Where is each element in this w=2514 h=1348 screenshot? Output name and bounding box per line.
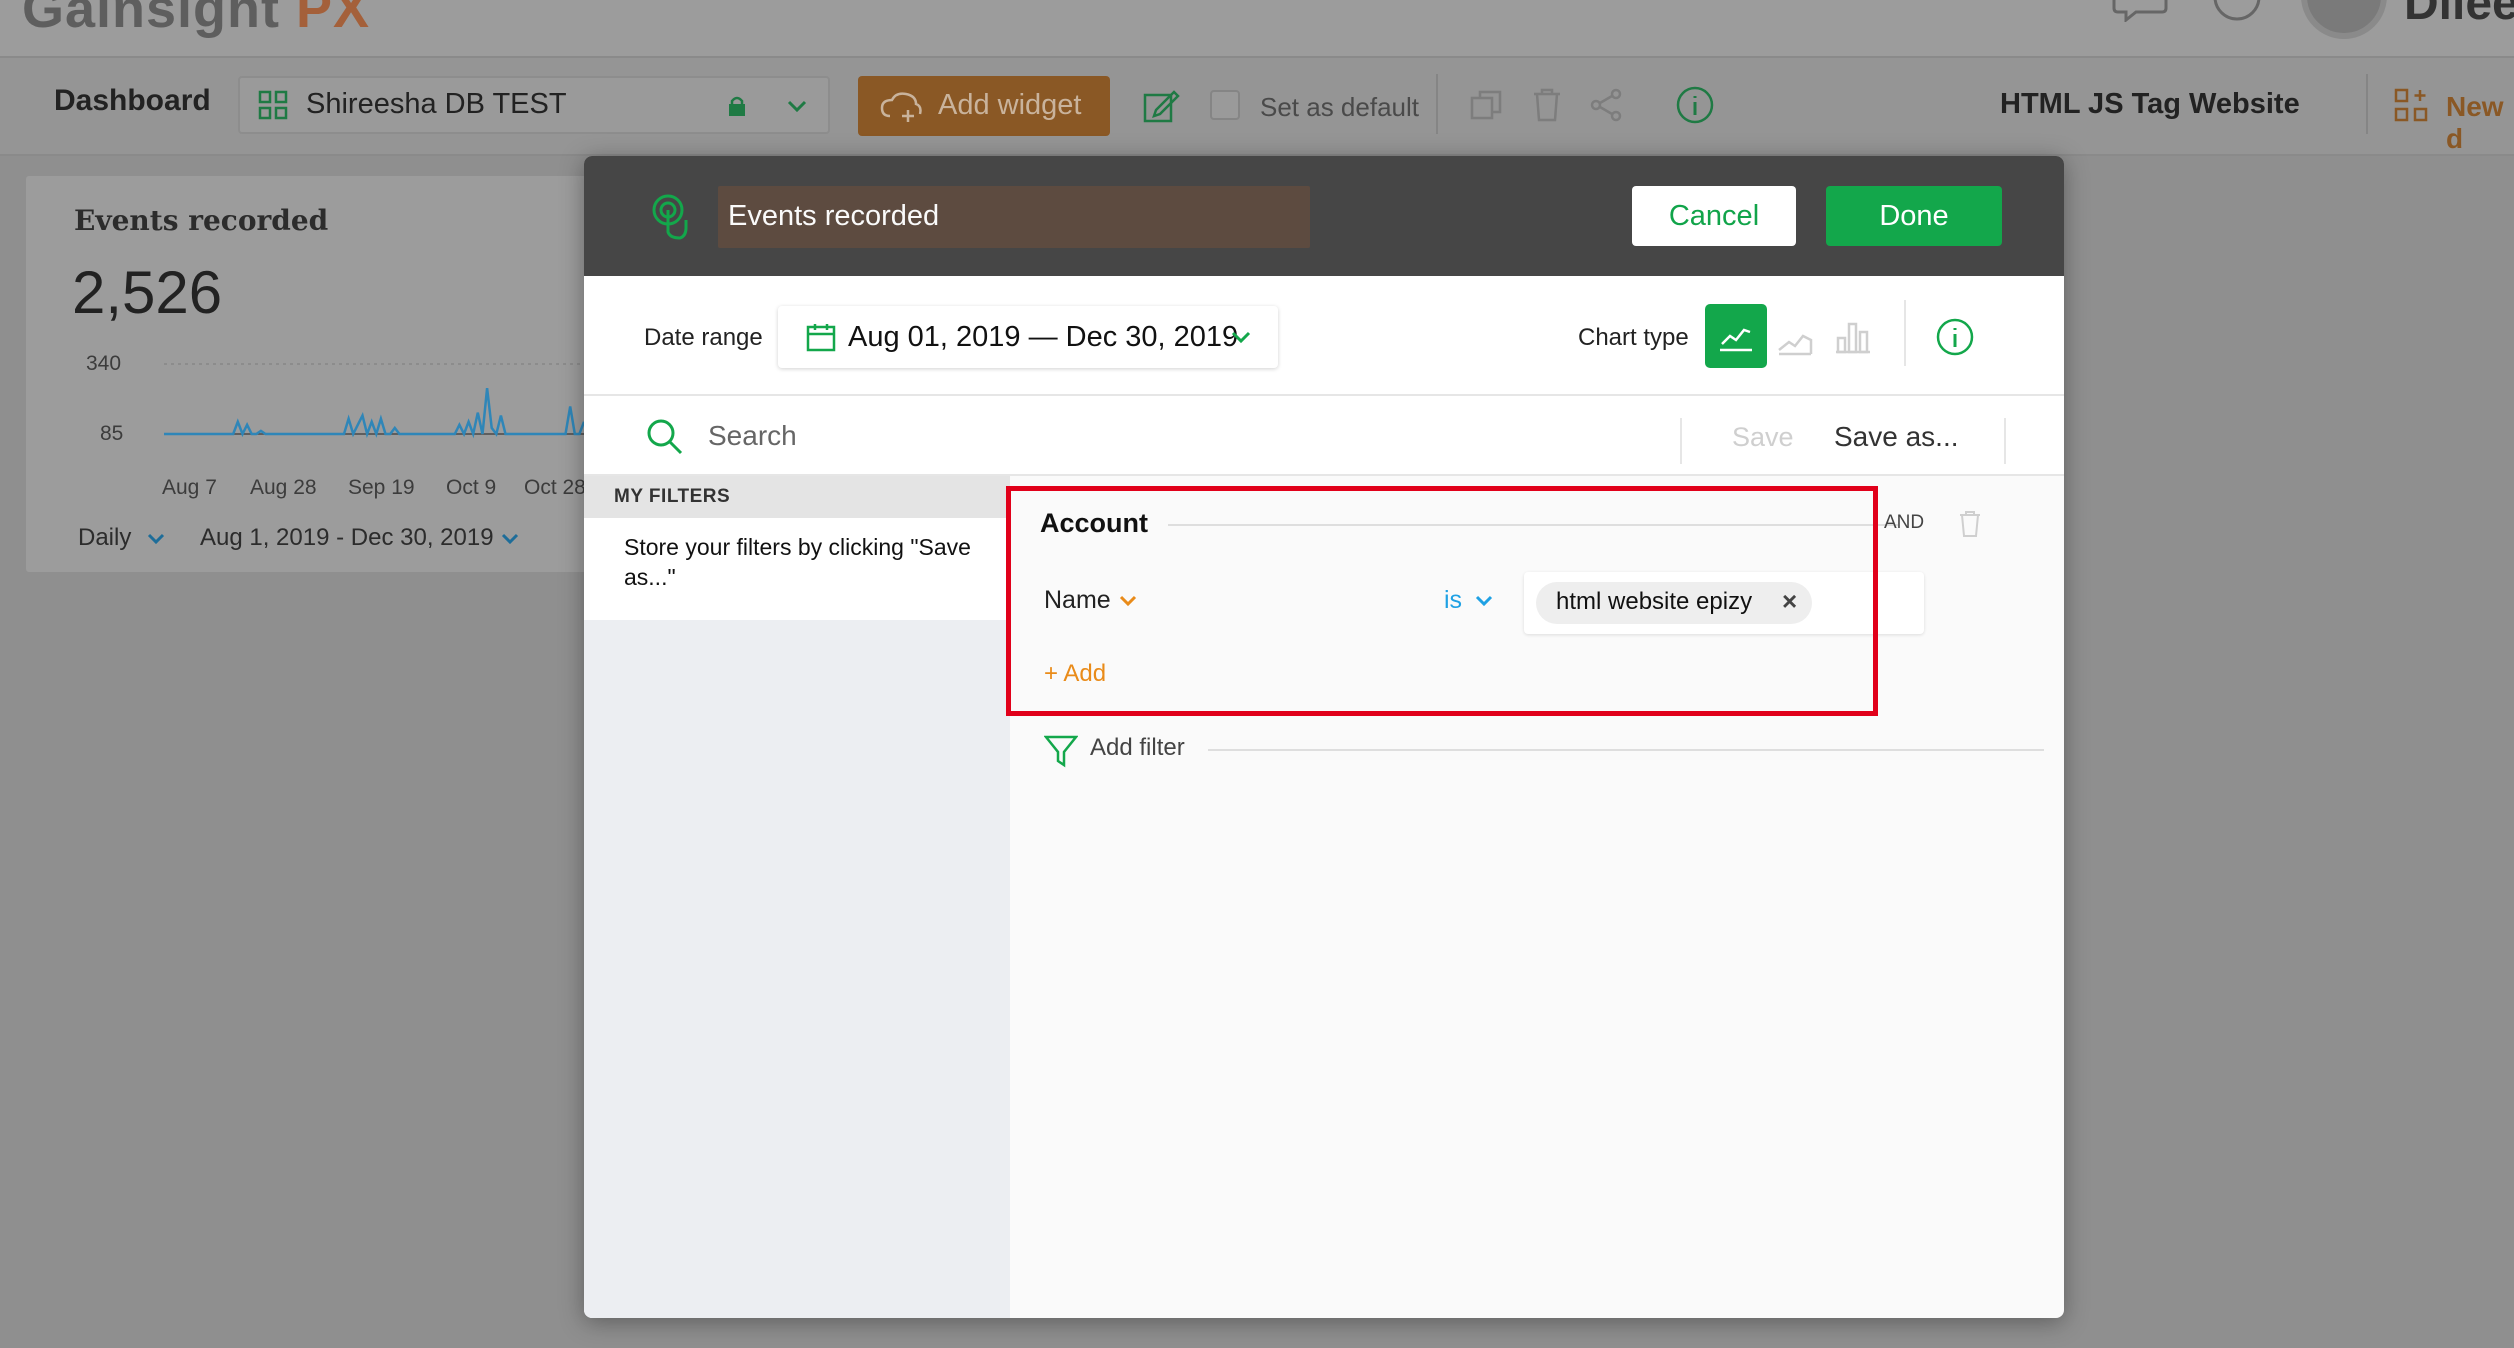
touch-icon [648, 192, 690, 242]
grid-icon [258, 90, 288, 120]
search-icon [646, 418, 684, 456]
area-chart-icon[interactable] [1777, 326, 1813, 356]
chevron-down-icon[interactable] [500, 532, 520, 546]
y-tick-label: 340 [86, 352, 122, 375]
highlight-annotation [1006, 486, 1878, 716]
add-widget-label: Add widget [938, 89, 1082, 121]
bar-chart-icon[interactable] [1834, 320, 1872, 354]
add-filter-button[interactable]: Add filter [1090, 734, 1185, 762]
calendar-icon [806, 322, 836, 352]
date-range-label: Date range [644, 324, 763, 351]
filter-join-operator[interactable]: AND [1884, 512, 1924, 534]
chevron-down-icon[interactable] [146, 532, 166, 546]
series-line-events [164, 387, 584, 439]
chart-type-label: Chart type [1578, 324, 1689, 351]
widget-title: Events recorded [74, 204, 329, 237]
interval-select[interactable]: Daily [78, 524, 131, 552]
divider [1680, 418, 1682, 464]
x-tick-label: Oct 9 [446, 476, 497, 499]
my-filters-title: MY FILTERS [614, 486, 731, 507]
date-range-value: Aug 01, 2019 — Dec 30, 2019 [848, 321, 1239, 353]
divider [1904, 300, 1906, 366]
avatar[interactable] [2298, 0, 2390, 40]
user-name[interactable]: Dileep [2404, 0, 2514, 31]
set-default-checkbox[interactable] [1210, 90, 1240, 120]
cloud-add-icon [880, 90, 924, 122]
new-dashboard-label[interactable]: New d [2446, 91, 2514, 155]
divider [2004, 418, 2006, 464]
info-icon[interactable] [1676, 86, 1714, 124]
filters-hint-text: Store your filters by clicking "Save as.… [624, 534, 971, 590]
widget-value: 2,526 [72, 259, 223, 326]
chevron-down-icon[interactable] [1230, 330, 1252, 344]
x-tick-label: Aug 28 [250, 476, 317, 499]
brand-logo: Gainsight PX [22, 0, 371, 39]
events-line-chart [164, 363, 584, 439]
dashboard-title: Dashboard [54, 84, 211, 117]
chevron-down-icon[interactable] [786, 98, 808, 114]
share-icon[interactable] [1590, 88, 1624, 122]
x-tick-label: Sep 19 [348, 476, 415, 499]
filter-icon [1044, 734, 1078, 768]
widget-editor-modal: Events recorded Cancel Done Date range A… [584, 156, 2064, 1318]
info-icon[interactable] [1936, 318, 1974, 356]
x-tick-label: Aug 7 [162, 476, 217, 499]
copy-icon[interactable] [1470, 90, 1502, 122]
filter-search-input[interactable] [708, 414, 1408, 458]
widget-range-select[interactable]: Aug 1, 2019 - Dec 30, 2019 [200, 524, 494, 552]
help-icon[interactable] [2212, 0, 2262, 22]
line-chart-icon [1718, 320, 1754, 352]
cancel-button[interactable]: Cancel [1632, 186, 1796, 246]
save-filter-button[interactable]: Save [1732, 422, 1794, 453]
dashboard-selector-value: Shireesha DB TEST [306, 88, 567, 120]
lock-icon [726, 94, 748, 118]
done-button[interactable]: Done [1826, 186, 2002, 246]
y-tick-label: 85 [100, 422, 124, 445]
trash-icon[interactable] [1958, 510, 1982, 538]
toolbar-divider [2366, 74, 2368, 134]
chat-icon[interactable] [2112, 0, 2168, 22]
set-default-label: Set as default [1260, 92, 1419, 122]
save-as-filter-button[interactable]: Save as... [1834, 421, 1959, 453]
x-tick-label: Oct 28 [524, 476, 586, 499]
toolbar-divider [1436, 74, 1438, 134]
new-dashboard-icon[interactable] [2394, 88, 2428, 122]
trash-icon[interactable] [1532, 88, 1562, 122]
widget-title-value: Events recorded [728, 200, 940, 232]
add-filter-divider [1208, 749, 2044, 751]
site-title: HTML JS Tag Website [2000, 88, 2300, 120]
edit-icon[interactable] [1142, 88, 1180, 124]
